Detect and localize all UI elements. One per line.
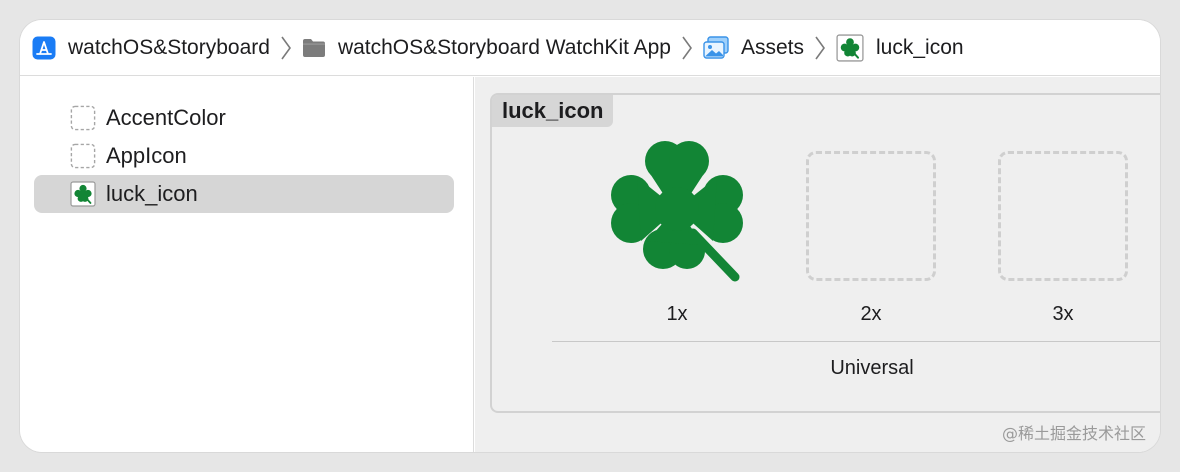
folder-icon [302, 38, 325, 57]
slot-1x-image[interactable] [611, 141, 743, 282]
sidebar-item-label: luck_icon [106, 181, 198, 206]
slot-3x-dropzone[interactable] [998, 151, 1128, 281]
color-set-icon [70, 105, 96, 131]
slot-2x-dropzone[interactable] [806, 151, 936, 281]
asset-editor: luck_icon 1x 2x 3x Universal [475, 77, 1160, 452]
slot-3x-label: 3x [1052, 303, 1074, 325]
breadcrumb-project[interactable]: watchOS&Storyboard [32, 28, 270, 68]
asset-list-sidebar: AccentColor AppIcon luck_icon [20, 77, 474, 452]
idiom-label: Universal [830, 357, 914, 379]
breadcrumb-target-label: watchOS&Storyboard WatchKit App [337, 35, 671, 59]
app-store-icon [32, 36, 56, 59]
chevron-right-icon [682, 36, 692, 59]
sidebar-item-accentcolor[interactable]: AccentColor [34, 99, 454, 137]
chevron-right-icon [281, 36, 291, 59]
clover-image-icon [836, 33, 864, 62]
breadcrumb-image-set[interactable]: luck_icon [836, 28, 964, 68]
chevron-right-icon [815, 36, 826, 59]
asset-catalog-icon [703, 35, 729, 59]
breadcrumb-image-set-label: luck_icon [876, 35, 964, 59]
clover-image-icon [70, 181, 96, 207]
image-set-name[interactable]: luck_icon [492, 95, 614, 127]
four-leaf-clover-image [611, 141, 743, 282]
watermark: @稀土掘金技术社区 [1001, 424, 1146, 443]
jump-bar: watchOS&Storyboard watchOS&Storyboard Wa… [20, 20, 1160, 76]
idiom-divider [552, 341, 1160, 342]
breadcrumb-target[interactable]: watchOS&Storyboard WatchKit App [302, 28, 671, 68]
sidebar-item-luck-icon[interactable]: luck_icon [34, 175, 454, 213]
sidebar-item-label: AppIcon [106, 143, 187, 168]
xcode-window: watchOS&Storyboard watchOS&Storyboard Wa… [20, 20, 1160, 452]
breadcrumb-assets[interactable]: Assets [703, 28, 804, 68]
slot-2x-label: 2x [860, 303, 882, 325]
sidebar-item-appicon[interactable]: AppIcon [34, 137, 454, 175]
breadcrumb-project-label: watchOS&Storyboard [68, 35, 270, 59]
breadcrumb-assets-label: Assets [740, 35, 805, 59]
app-icon-set-icon [70, 143, 96, 169]
slot-1x-label: 1x [666, 303, 688, 325]
sidebar-item-label: AccentColor [106, 105, 226, 130]
image-set-well: luck_icon 1x 2x 3x Universal [490, 93, 1160, 413]
